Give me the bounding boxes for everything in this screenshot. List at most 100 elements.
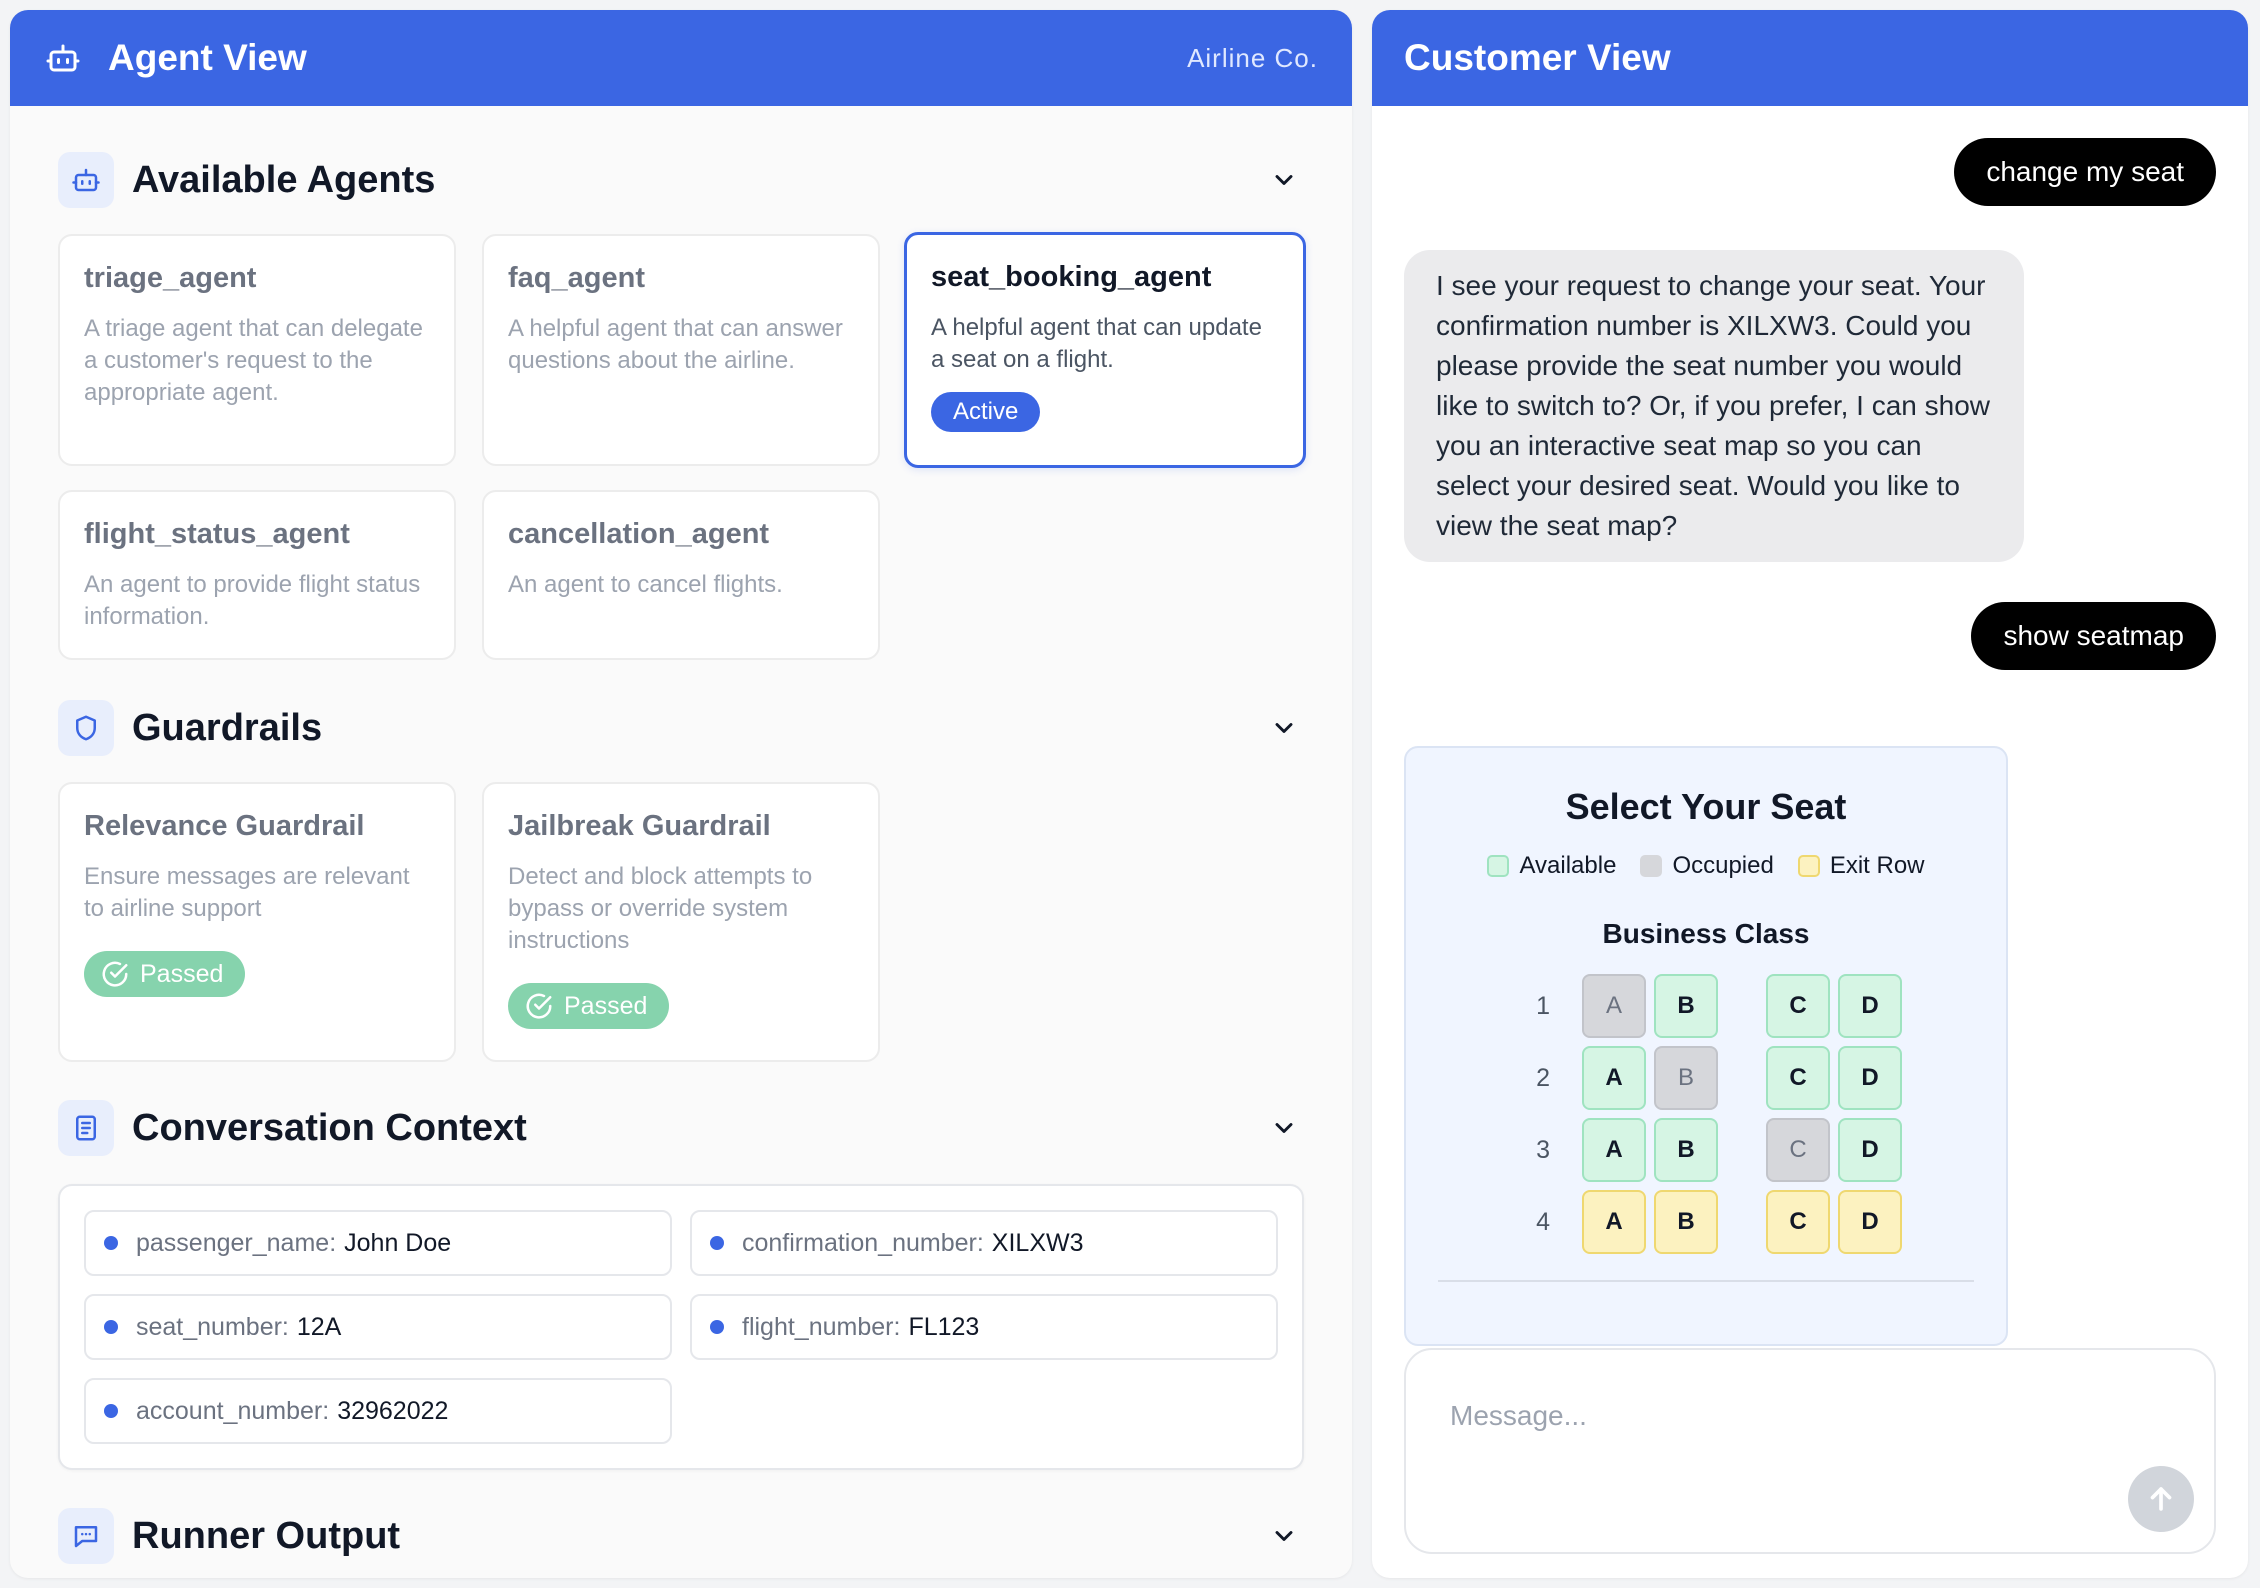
agent-name: seat_booking_agent — [931, 261, 1212, 293]
legend-label: Occupied — [1672, 852, 1774, 879]
context-value: XILXW3 — [991, 1228, 1084, 1257]
user-message: show seatmap — [1971, 602, 2216, 670]
agent-description: A triage agent that can delegate a custo… — [84, 315, 423, 406]
agent-card-seat-booking[interactable]: seat_booking_agent A helpful agent that … — [904, 232, 1306, 468]
passed-label: Passed — [140, 959, 224, 988]
shield-icon — [58, 700, 114, 756]
seat-2d[interactable]: D — [1838, 1046, 1902, 1110]
context-key: passenger_name: — [136, 1228, 337, 1257]
context-key: account_number: — [136, 1396, 330, 1425]
legend-label: Exit Row — [1829, 852, 1925, 879]
context-value: 32962022 — [337, 1396, 449, 1425]
context-item: seat_number: 12A — [84, 1294, 672, 1360]
context-key: seat_number: — [136, 1312, 289, 1341]
chevron-down-icon[interactable] — [1264, 708, 1304, 748]
customer-view-header: Customer View — [1372, 10, 2248, 106]
legend-swatch — [1487, 855, 1510, 877]
send-button[interactable] — [2128, 1466, 2194, 1532]
message-input[interactable]: Message... — [1404, 1348, 2216, 1554]
agent-description: A helpful agent that can answer question… — [508, 315, 843, 374]
section-guardrails[interactable]: Guardrails — [58, 698, 1304, 758]
bullet-dot — [710, 1236, 724, 1250]
agent-card-triage[interactable]: triage_agent A triage agent that can del… — [58, 234, 456, 466]
seat-map: Select Your Seat Available Occupied Exit… — [1404, 746, 2008, 1346]
seat-row: 2 ABCD — [1406, 1046, 2006, 1110]
agent-name: flight_status_agent — [84, 518, 350, 550]
divider — [1438, 1280, 1974, 1282]
guardrail-card-relevance: Relevance Guardrail Ensure messages are … — [58, 782, 456, 1062]
row-number: 4 — [1536, 1208, 1550, 1236]
seat-row: 3 ABCD — [1406, 1118, 2006, 1182]
passed-badge: Passed — [508, 983, 670, 1029]
check-circle-icon — [102, 961, 128, 987]
context-value: John Doe — [344, 1228, 452, 1257]
section-conversation-context[interactable]: Conversation Context — [58, 1098, 1304, 1158]
cabin-class-title: Business Class — [1602, 918, 1810, 949]
legend-swatch — [1640, 855, 1663, 877]
row-number: 1 — [1536, 992, 1550, 1020]
bullet-dot — [710, 1320, 724, 1334]
seat-map-title: Select Your Seat — [1565, 786, 1847, 827]
chevron-down-icon[interactable] — [1264, 160, 1304, 200]
seat-4d[interactable]: D — [1838, 1190, 1902, 1254]
guardrail-name: Jailbreak Guardrail — [508, 810, 771, 842]
section-available-agents[interactable]: Available Agents — [58, 150, 1304, 210]
legend-label: Available — [1519, 852, 1617, 879]
section-title: Runner Output — [132, 1514, 401, 1557]
seat-1d[interactable]: D — [1838, 974, 1902, 1038]
assistant-message: I see your request to change your seat. … — [1404, 250, 2024, 562]
seat-4b[interactable]: B — [1654, 1190, 1718, 1254]
row-number: 3 — [1536, 1136, 1550, 1164]
guardrail-card-jailbreak: Jailbreak Guardrail Detect and block att… — [482, 782, 880, 1062]
seat-2c[interactable]: C — [1766, 1046, 1830, 1110]
guardrail-name: Relevance Guardrail — [84, 810, 365, 842]
seat-3a[interactable]: A — [1582, 1118, 1646, 1182]
agent-name: cancellation_agent — [508, 518, 770, 550]
section-title: Guardrails — [132, 706, 323, 749]
seat-row: 4 ABCD — [1406, 1190, 2006, 1254]
user-message: change my seat — [1954, 138, 2216, 206]
seat-2a[interactable]: A — [1582, 1046, 1646, 1110]
context-item: account_number: 32962022 — [84, 1378, 672, 1444]
context-key: flight_number: — [742, 1312, 901, 1341]
legend-exit-row: Exit Row — [1797, 852, 1925, 880]
chevron-down-icon[interactable] — [1264, 1108, 1304, 1148]
agent-card-flight-status[interactable]: flight_status_agent An agent to provide … — [58, 490, 456, 660]
message-square-icon — [58, 1508, 114, 1564]
agent-description: An agent to provide flight status inform… — [84, 571, 421, 630]
bot-icon — [44, 39, 82, 77]
guardrail-description: Detect and block attempts to bypass or o… — [508, 863, 813, 954]
active-badge: Active — [931, 392, 1041, 432]
row-number: 2 — [1536, 1064, 1550, 1092]
agent-view-title: Agent View — [108, 37, 307, 78]
section-title: Conversation Context — [132, 1106, 527, 1149]
context-item: confirmation_number: XILXW3 — [690, 1210, 1278, 1276]
seat-3b[interactable]: B — [1654, 1118, 1718, 1182]
context-item: passenger_name: John Doe — [84, 1210, 672, 1276]
seat-1b[interactable]: B — [1654, 974, 1718, 1038]
seat-3c: C — [1766, 1118, 1830, 1182]
section-runner-output[interactable]: Runner Output — [58, 1506, 1304, 1566]
seat-2b: B — [1654, 1046, 1718, 1110]
legend-swatch — [1797, 855, 1820, 877]
chevron-down-icon[interactable] — [1264, 1516, 1304, 1556]
guardrail-description: Ensure messages are relevant to airline … — [84, 863, 410, 922]
agent-name: faq_agent — [508, 262, 645, 294]
company-name: Airline Co. — [1187, 42, 1318, 73]
agent-card-faq[interactable]: faq_agent A helpful agent that can answe… — [482, 234, 880, 466]
passed-badge: Passed — [84, 951, 246, 997]
agent-description: A helpful agent that can update a seat o… — [931, 314, 1262, 373]
bullet-dot — [104, 1404, 118, 1418]
seat-1c[interactable]: C — [1766, 974, 1830, 1038]
section-title: Available Agents — [132, 158, 436, 201]
bullet-dot — [104, 1320, 118, 1334]
seat-4c[interactable]: C — [1766, 1190, 1830, 1254]
agent-card-cancellation[interactable]: cancellation_agent An agent to cancel fl… — [482, 490, 880, 660]
seat-3d[interactable]: D — [1838, 1118, 1902, 1182]
legend-occupied: Occupied — [1640, 852, 1774, 880]
seat-4a[interactable]: A — [1582, 1190, 1646, 1254]
agent-description: An agent to cancel flights. — [508, 571, 783, 598]
customer-view-panel: Customer View change my seat I see your … — [1372, 10, 2248, 1578]
bot-icon — [58, 152, 114, 208]
message-placeholder: Message... — [1450, 1400, 1587, 1431]
